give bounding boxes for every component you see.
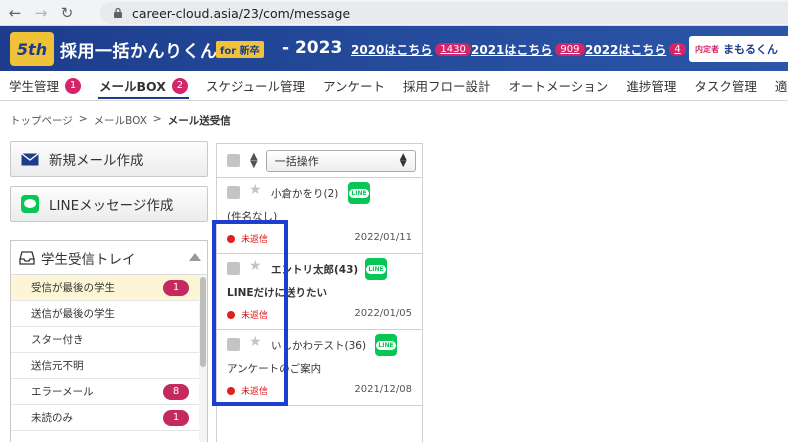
- reload-icon[interactable]: ↻: [56, 2, 78, 24]
- envelope-icon: [21, 152, 39, 165]
- lock-icon: [114, 7, 122, 18]
- message-list-toolbar: ▲ ▼ 一括操作 ▲ ▼: [217, 144, 422, 178]
- sort-icon[interactable]: ▲ ▼: [250, 151, 258, 169]
- breadcrumb-top[interactable]: トップページ: [10, 113, 73, 128]
- anniversary-badge: 5th: [10, 32, 54, 66]
- tray-count-badge: 1: [163, 409, 189, 426]
- line-icon: LINE: [348, 182, 370, 204]
- tray-item-last-sent[interactable]: 送信が最後の学生: [11, 301, 199, 327]
- app-logo[interactable]: 採用一括かんりくん: [60, 37, 218, 62]
- line-icon: [21, 195, 39, 213]
- tray-item-unread-only[interactable]: 未読のみ 1: [11, 405, 199, 431]
- tab-mailbox[interactable]: メールBOX 2: [90, 71, 197, 101]
- tray-header[interactable]: 学生受信トレイ: [11, 241, 207, 275]
- tray-item-last-received[interactable]: 受信が最後の学生 1: [11, 275, 199, 301]
- breadcrumb-current: メール送受信: [167, 115, 231, 127]
- star-icon[interactable]: ★: [249, 182, 262, 198]
- tray-item-starred[interactable]: スター付き: [11, 327, 199, 353]
- line-icon: LINE: [375, 334, 397, 356]
- logo-edition: for 新卒: [216, 41, 264, 58]
- year-link-2020[interactable]: 2020はこちら 1430: [351, 41, 471, 58]
- message-date: 2022/01/11: [354, 232, 412, 243]
- new-mail-button[interactable]: 新規メール作成: [10, 141, 208, 177]
- mamoru-link[interactable]: 内定者 まもるくん: [689, 36, 788, 62]
- collapse-arrow-icon[interactable]: [189, 253, 201, 261]
- select-all-checkbox[interactable]: [227, 154, 240, 167]
- select-caret-icon: ▲ ▼: [399, 151, 407, 169]
- tray-item-error-mail[interactable]: エラーメール 8: [11, 379, 199, 405]
- address-bar[interactable]: career-cloud.asia/23/com/message: [100, 2, 788, 24]
- tab-count-badge: 2: [171, 77, 188, 94]
- tray-item-unknown-sender[interactable]: 送信元不明: [11, 353, 199, 379]
- logo-year: - 2023: [282, 38, 343, 58]
- year-count-badge: 1430: [435, 43, 471, 56]
- line-message-button[interactable]: LINEメッセージ作成: [10, 186, 208, 222]
- app-header: 5th 採用一括かんりくん for 新卒 - 2023 2020はこちら 143…: [0, 26, 788, 71]
- message-date: 2021/12/08: [354, 384, 412, 395]
- bulk-action-select[interactable]: 一括操作 ▲ ▼: [265, 149, 416, 172]
- tray-title: 学生受信トレイ: [41, 251, 136, 268]
- breadcrumb-mailbox[interactable]: メールBOX: [94, 113, 147, 128]
- line-icon: LINE: [365, 258, 387, 280]
- tab-schedule[interactable]: スケジュール管理: [197, 71, 314, 101]
- tab-survey[interactable]: アンケート: [314, 71, 394, 101]
- tab-count-badge: 1: [65, 77, 82, 94]
- message-checkbox[interactable]: [227, 186, 240, 199]
- tray-scrollbar-thumb[interactable]: [200, 277, 206, 367]
- tab-student-management[interactable]: 学生管理 1: [0, 71, 90, 101]
- tab-flow-design[interactable]: 採用フロー設計: [394, 71, 500, 101]
- back-arrow-icon[interactable]: ←: [4, 2, 26, 24]
- browser-toolbar: ← → ↻ career-cloud.asia/23/com/message: [0, 0, 788, 26]
- tray-count-badge: 8: [163, 383, 189, 400]
- breadcrumb: トップページ > メールBOX > メール送受信: [10, 113, 231, 128]
- message-date: 2022/01/05: [354, 308, 412, 319]
- url-text: career-cloud.asia/23/com/message: [132, 5, 351, 21]
- main-nav-tabs: 学生管理 1 メールBOX 2 スケジュール管理 アンケート 採用フロー設計 オ…: [0, 71, 788, 101]
- tray-count-badge: 1: [163, 279, 189, 296]
- student-inbox-tray: 学生受信トレイ 受信が最後の学生 1 送信が最後の学生 スター付き 送信元不明 …: [10, 240, 208, 442]
- breadcrumb-separator: >: [78, 113, 88, 125]
- message-sender: 小倉かをり(2): [271, 188, 339, 200]
- inbox-tray-icon: [19, 250, 35, 265]
- tab-progress[interactable]: 進捗管理: [617, 71, 685, 101]
- forward-arrow-icon[interactable]: →: [30, 2, 52, 24]
- breadcrumb-separator: >: [152, 113, 162, 125]
- year-link-2022[interactable]: 2022はこちら 4: [585, 41, 686, 58]
- year-count-badge: 4: [669, 43, 686, 56]
- tab-automation[interactable]: オートメーション: [500, 71, 618, 101]
- tab-task[interactable]: タスク管理: [685, 71, 766, 101]
- highlight-box: [212, 220, 288, 406]
- year-count-badge: 909: [555, 43, 585, 56]
- tab-more[interactable]: 適: [766, 71, 788, 101]
- year-link-2021[interactable]: 2021はこちら 909: [471, 41, 585, 58]
